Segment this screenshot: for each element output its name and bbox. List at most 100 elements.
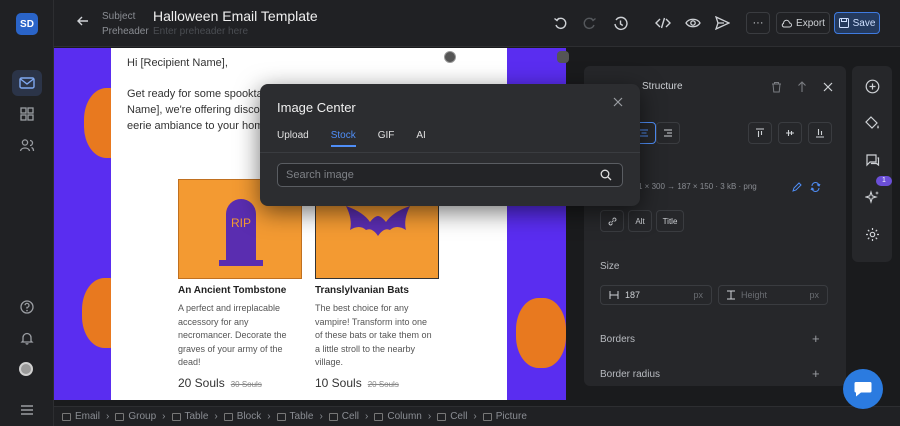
align-right-button[interactable] bbox=[656, 122, 680, 144]
modules-icon bbox=[20, 107, 34, 121]
table-icon bbox=[171, 412, 181, 421]
valign-top-icon bbox=[756, 128, 764, 137]
product-description: The best choice for any vampire! Transfo… bbox=[315, 303, 432, 367]
arrow-left-icon bbox=[77, 16, 88, 26]
height-icon bbox=[727, 290, 735, 300]
email-nav-button[interactable] bbox=[12, 70, 42, 96]
breadcrumb-item[interactable]: Table bbox=[276, 411, 313, 422]
preheader-field[interactable]: Enter preheader here bbox=[153, 26, 248, 37]
width-field[interactable]: 187 px bbox=[600, 285, 712, 305]
pumpkin-decoration bbox=[516, 298, 566, 368]
breadcrumb-item[interactable]: Picture bbox=[482, 411, 527, 422]
size-label: Size bbox=[600, 261, 620, 272]
picture-icon bbox=[482, 412, 492, 421]
tab-ai[interactable]: AI bbox=[416, 130, 425, 147]
table-icon bbox=[276, 412, 286, 421]
add-radius-button[interactable]: + bbox=[812, 366, 820, 381]
breadcrumb-item[interactable]: Email bbox=[62, 411, 100, 422]
comments-button[interactable] bbox=[863, 151, 881, 169]
back-button[interactable] bbox=[76, 14, 90, 31]
image-info: 1 × 300 → 187 × 150 · 3 kB · png bbox=[638, 182, 757, 191]
breadcrumb-item[interactable]: Cell bbox=[437, 411, 467, 422]
hamburger-icon bbox=[21, 405, 33, 415]
settings-button[interactable] bbox=[863, 225, 881, 243]
user-avatar[interactable] bbox=[19, 362, 33, 376]
send-test-button[interactable] bbox=[713, 14, 731, 32]
code-view-button[interactable] bbox=[654, 14, 672, 32]
close-panel-button[interactable] bbox=[816, 76, 840, 98]
title-button[interactable]: Title bbox=[656, 210, 684, 232]
link-button[interactable] bbox=[600, 210, 624, 232]
floppy-icon bbox=[838, 18, 849, 28]
product-name: An Ancient Tombstone bbox=[178, 285, 287, 296]
preview-button[interactable] bbox=[684, 14, 702, 32]
help-button[interactable] bbox=[12, 294, 42, 320]
move-up-button[interactable] bbox=[790, 76, 814, 98]
plus-circle-icon bbox=[865, 79, 879, 93]
breadcrumb-item[interactable]: Block bbox=[223, 411, 261, 422]
tools-column bbox=[852, 66, 892, 262]
breadcrumb-item[interactable]: Cell bbox=[328, 411, 359, 422]
valign-bottom-button[interactable] bbox=[808, 122, 832, 144]
valign-middle-button[interactable] bbox=[778, 122, 802, 144]
width-unit[interactable]: px bbox=[693, 290, 703, 300]
breadcrumb-separator: › bbox=[473, 411, 477, 422]
product-card[interactable]: RIP An Ancient Tombstone A perfect and i… bbox=[178, 179, 302, 390]
valign-top-button[interactable] bbox=[748, 122, 772, 144]
borders-label: Borders bbox=[600, 334, 636, 345]
drag-handle[interactable] bbox=[444, 51, 456, 63]
ai-assistant-button[interactable] bbox=[863, 188, 881, 206]
intro-text: Name], we're offering discou bbox=[127, 104, 266, 116]
edit-image-icon[interactable] bbox=[792, 182, 802, 192]
contacts-nav-button[interactable] bbox=[12, 132, 42, 158]
sparkles-icon bbox=[864, 189, 879, 204]
chat-support-button[interactable] bbox=[843, 369, 883, 409]
breadcrumb-item[interactable]: Table bbox=[171, 411, 208, 422]
search-icon[interactable] bbox=[600, 169, 612, 181]
styles-button[interactable] bbox=[863, 114, 881, 132]
add-border-button[interactable]: + bbox=[812, 331, 820, 346]
intro-text: eerie ambiance to your home bbox=[127, 120, 270, 132]
email-icon bbox=[62, 412, 71, 421]
replace-image-icon[interactable] bbox=[810, 182, 821, 192]
export-button[interactable]: Export bbox=[776, 12, 830, 34]
add-block-button[interactable] bbox=[863, 77, 881, 95]
height-unit[interactable]: px bbox=[809, 290, 819, 300]
workspace-avatar[interactable]: SD bbox=[16, 13, 38, 35]
search-image-input[interactable] bbox=[277, 163, 623, 187]
menu-button[interactable] bbox=[12, 397, 42, 423]
delete-button[interactable] bbox=[764, 76, 788, 98]
more-options-button[interactable]: ··· bbox=[746, 12, 770, 34]
breadcrumb-separator: › bbox=[214, 411, 218, 422]
breadcrumb-separator: › bbox=[319, 411, 323, 422]
breadcrumb-item[interactable]: Group bbox=[115, 411, 156, 422]
tab-stock[interactable]: Stock bbox=[330, 130, 356, 147]
close-modal-button[interactable] bbox=[613, 95, 623, 110]
breadcrumb-item[interactable]: Column bbox=[374, 411, 422, 422]
save-button[interactable]: Save bbox=[834, 12, 880, 34]
undo-icon bbox=[554, 17, 567, 30]
tab-upload[interactable]: Upload bbox=[277, 130, 309, 147]
product-description: A perfect and irreplacable accessory for… bbox=[178, 303, 287, 367]
height-field[interactable]: Height px bbox=[718, 285, 828, 305]
notifications-button[interactable] bbox=[12, 325, 42, 351]
undo-button[interactable] bbox=[551, 14, 569, 32]
height-placeholder: Height bbox=[741, 290, 768, 300]
modal-title: Image Center bbox=[277, 100, 356, 115]
redo-button[interactable] bbox=[581, 14, 599, 32]
alt-button[interactable]: Alt bbox=[628, 210, 652, 232]
mail-icon bbox=[19, 77, 35, 89]
modules-nav-button[interactable] bbox=[12, 101, 42, 127]
chat-icon bbox=[865, 153, 879, 166]
greeting-text: Hi [Recipient Name], bbox=[127, 57, 228, 69]
history-button[interactable] bbox=[611, 14, 629, 32]
width-value: 187 bbox=[625, 290, 641, 300]
block-icon bbox=[223, 412, 233, 421]
product-card[interactable]: Translylvanian Bats The best choice for … bbox=[315, 179, 439, 390]
tab-gif[interactable]: GIF bbox=[378, 130, 395, 147]
breadcrumb-separator: › bbox=[365, 411, 369, 422]
intro-text: Get ready for some spooktac bbox=[127, 88, 269, 100]
top-bar: Subject Preheader Halloween Email Templa… bbox=[54, 0, 900, 47]
block-handle[interactable] bbox=[557, 51, 569, 63]
subject-field[interactable]: Halloween Email Template bbox=[153, 8, 318, 24]
